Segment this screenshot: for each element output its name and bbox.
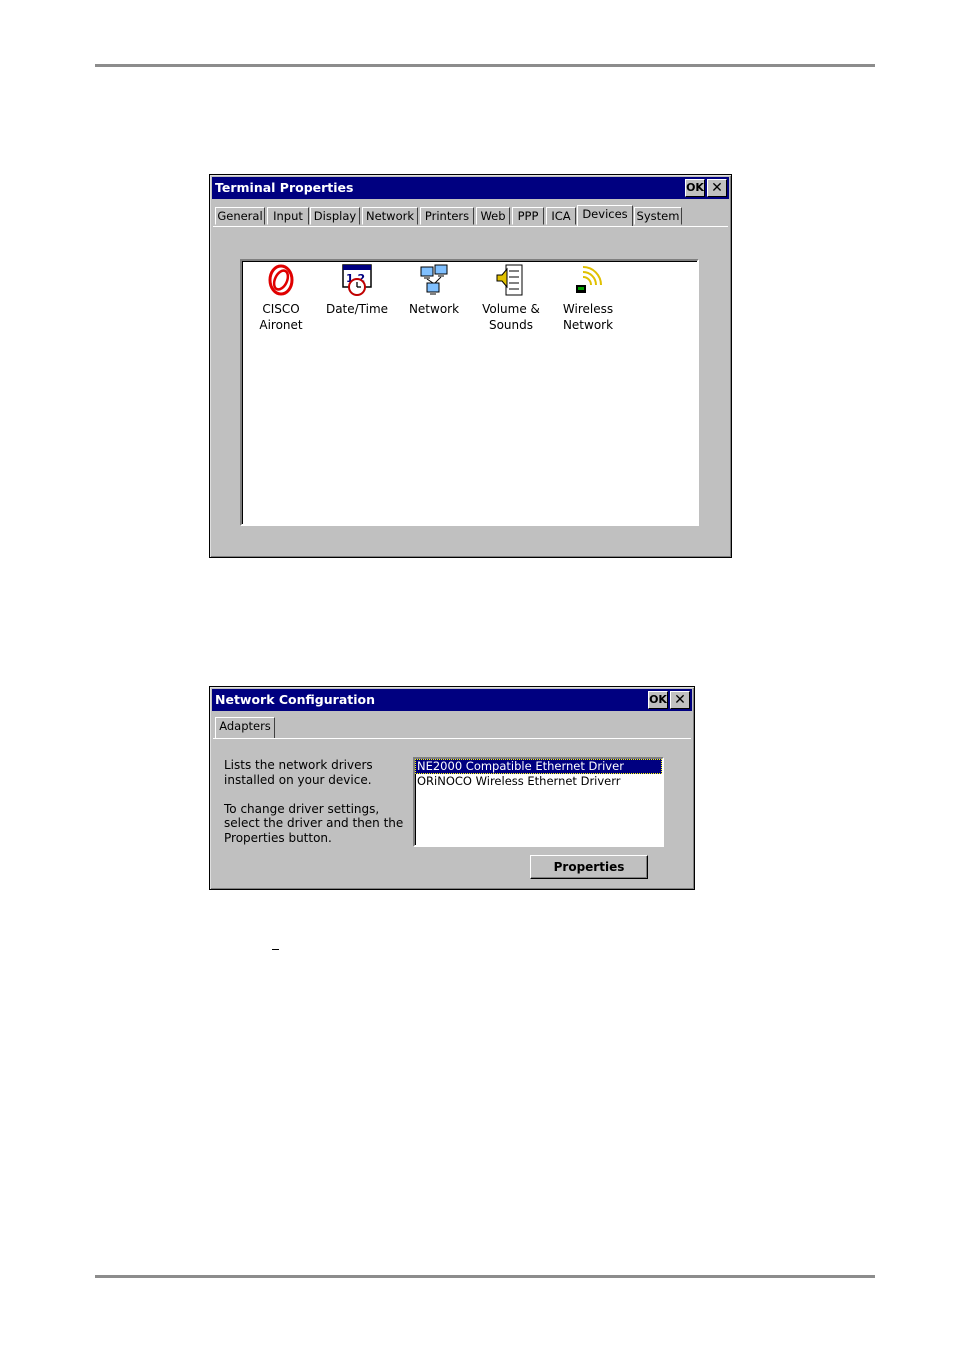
- ok-button[interactable]: OK: [685, 179, 705, 197]
- device-label: Wireless: [562, 302, 614, 316]
- driver-list[interactable]: NE2000 Compatible Ethernet Driver ORiNOC…: [413, 757, 664, 847]
- network-icon: [420, 264, 448, 295]
- driver-list-item[interactable]: ORiNOCO Wireless Ethernet Driverr: [415, 774, 662, 789]
- tab-network[interactable]: Network: [362, 207, 418, 225]
- tab-web[interactable]: Web: [476, 207, 510, 225]
- device-label: Aironet: [259, 318, 303, 332]
- devices-panel: CISCO Aironet 1 2 Date/Time Network Volu…: [240, 259, 699, 526]
- tab-ppp[interactable]: PPP: [512, 207, 544, 225]
- underscore-mark: [272, 949, 279, 950]
- tab-general[interactable]: General: [215, 207, 265, 225]
- tab-system[interactable]: System: [634, 207, 682, 225]
- tab-input[interactable]: Input: [267, 207, 309, 225]
- network-configuration-titlebar: Network Configuration OK ✕: [212, 689, 692, 711]
- tab-ica[interactable]: ICA: [546, 207, 576, 225]
- close-button[interactable]: ✕: [707, 179, 727, 197]
- device-label: Network: [408, 302, 460, 316]
- description-line: select the driver and then the: [224, 816, 404, 830]
- tab-divider: [213, 226, 728, 227]
- tab-adapters[interactable]: Adapters: [215, 717, 275, 738]
- terminal-properties-titlebar: Terminal Properties OK ✕: [212, 177, 729, 199]
- tab-display[interactable]: Display: [310, 207, 360, 225]
- driver-list-item[interactable]: NE2000 Compatible Ethernet Driver: [415, 759, 662, 774]
- tab-strip: Adapters: [213, 717, 691, 738]
- close-button[interactable]: ✕: [670, 691, 690, 709]
- device-date-time[interactable]: 1 2 Date/Time: [318, 263, 396, 317]
- device-network[interactable]: Network: [395, 263, 473, 317]
- device-label: Date/Time: [325, 302, 389, 316]
- description-line: Properties button.: [224, 830, 332, 845]
- device-label: CISCO: [262, 302, 300, 316]
- tab-divider: [213, 738, 691, 739]
- description-line: Lists the network drivers: [224, 758, 373, 772]
- volume-sounds-icon: [496, 264, 523, 296]
- device-label: Network: [562, 318, 614, 332]
- properties-button[interactable]: Properties: [530, 855, 648, 879]
- device-label: Volume &: [482, 302, 540, 316]
- cisco-aironet-icon: [268, 264, 294, 296]
- bottom-rule: [95, 1275, 875, 1278]
- network-configuration-window: Network Configuration OK ✕ Adapters List…: [209, 686, 695, 890]
- description-line: To change driver settings,: [224, 801, 380, 816]
- tab-strip: General Input Display Network Printers W…: [213, 205, 728, 226]
- tab-devices[interactable]: Devices: [577, 205, 633, 226]
- device-wireless-network[interactable]: Wireless Network: [549, 263, 627, 333]
- date-time-icon: 1 2: [342, 264, 372, 296]
- window-title: Network Configuration: [215, 692, 375, 707]
- ok-button[interactable]: OK: [648, 691, 668, 709]
- description-line: installed on your device.: [224, 772, 372, 787]
- device-cisco-aironet[interactable]: CISCO Aironet: [242, 263, 320, 333]
- window-title: Terminal Properties: [215, 180, 354, 195]
- device-label: Sounds: [488, 318, 534, 332]
- wireless-network-icon: [576, 266, 602, 293]
- top-rule: [95, 64, 875, 67]
- tab-printers[interactable]: Printers: [420, 207, 474, 225]
- device-volume-sounds[interactable]: Volume & Sounds: [472, 263, 550, 333]
- description-text: Lists the network drivers installed on y…: [224, 758, 403, 845]
- terminal-properties-window: Terminal Properties OK ✕ General Input D…: [209, 174, 732, 558]
